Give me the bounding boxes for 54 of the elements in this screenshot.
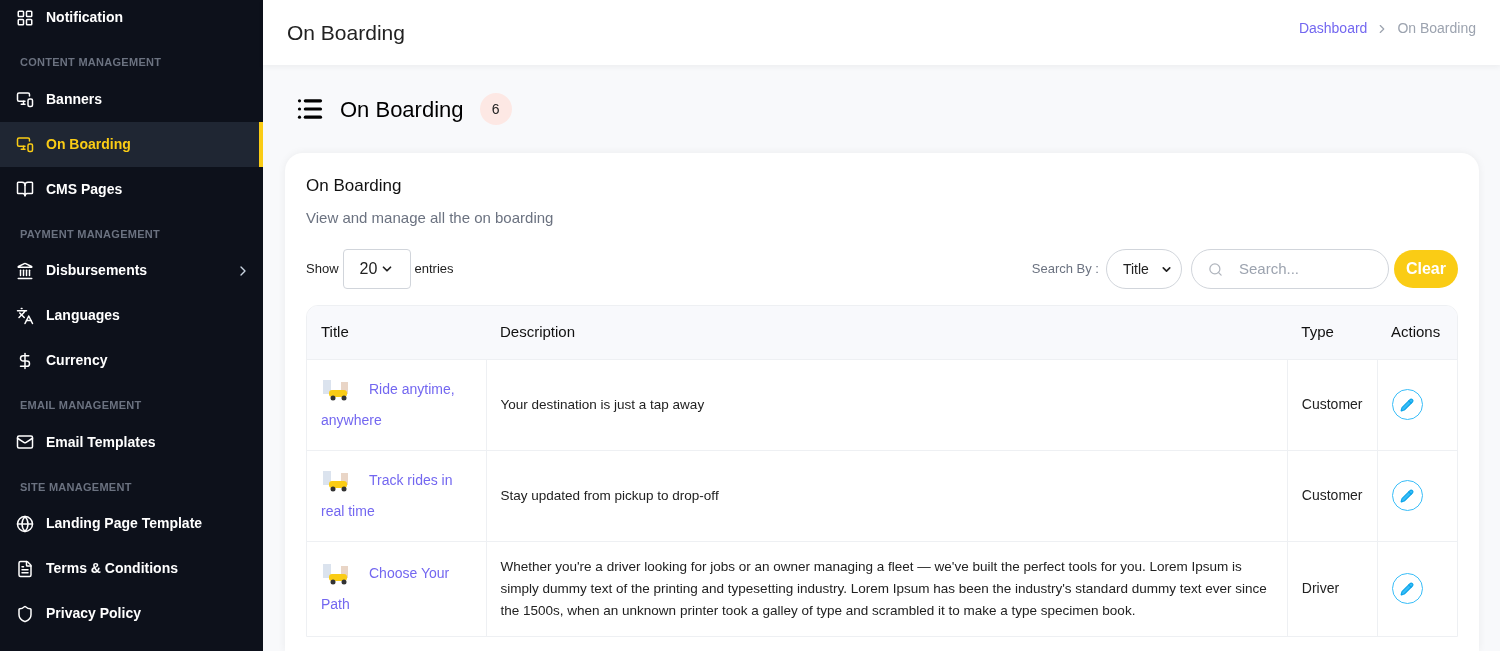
entries-label: entries — [414, 260, 454, 279]
card-title: On Boarding — [306, 175, 403, 197]
sidebar-item[interactable]: Disbursements — [0, 248, 263, 293]
sidebar-section-heading: EMAIL MANAGEMENT — [20, 398, 143, 413]
monitor-icon — [16, 90, 34, 108]
description-cell: Your destination is just a tap away — [486, 359, 1288, 450]
description-cell: Stay updated from pickup to drop-off — [486, 450, 1288, 541]
count-badge: 6 — [479, 93, 512, 125]
grid-icon — [16, 8, 34, 27]
book-icon — [16, 180, 34, 198]
sidebar-item[interactable]: Email Templates — [0, 419, 263, 465]
bank-icon — [16, 261, 34, 280]
sidebar-item[interactable]: Banners — [0, 76, 263, 122]
sidebar-section-heading: SITE MANAGEMENT — [20, 479, 133, 495]
type-cell: Customer — [1287, 359, 1377, 450]
translate-icon — [16, 306, 34, 325]
mail-icon — [16, 433, 34, 451]
sidebar-item[interactable]: Terms & Conditions — [0, 546, 263, 591]
sidebar-item[interactable]: Languages — [0, 293, 263, 338]
column-header: Type — [1287, 306, 1377, 359]
description-cell: Whether you're a driver looking for jobs or an owner managing a fleet — we've built the perfect tools for you. Lorem Ipsum is simply dummy text of the printing and typesetting industry. Lorem Ipsum has been the industry's standard dummy text ever since the 1500s, when an unknown printer took a galley of type and scrambled it to make a type specimen book. — [486, 541, 1288, 636]
row-title-link[interactable]: Choose Your Path — [321, 557, 472, 620]
entries-select[interactable]: 20 — [342, 249, 411, 289]
pencil-icon — [1400, 581, 1414, 596]
pencil-icon — [1400, 397, 1414, 412]
monitor-icon — [16, 135, 34, 153]
pencil-icon — [1400, 488, 1414, 503]
column-header: Description — [486, 306, 1288, 359]
shield-icon — [16, 604, 34, 623]
sidebar-item[interactable]: On Boarding — [0, 121, 263, 167]
card-subtitle: View and manage all the on boarding — [306, 207, 555, 228]
row-title-link[interactable]: Ride anytime, anywhere — [321, 373, 472, 436]
search-icon — [1207, 261, 1223, 277]
breadcrumb-link[interactable]: Dashboard — [1298, 18, 1368, 39]
show-label: Show — [306, 260, 339, 279]
column-header: Actions — [1377, 306, 1457, 359]
page-title: On Boarding — [340, 95, 464, 124]
sidebar-item[interactable]: Currency — [0, 338, 263, 383]
globe-icon — [16, 514, 34, 533]
row-title-link[interactable]: Track rides in real time — [321, 464, 472, 527]
sidebar-section-heading: PAYMENT MANAGEMENT — [20, 226, 161, 242]
document-icon — [16, 559, 34, 578]
type-cell: Customer — [1287, 450, 1377, 541]
sidebar-item[interactable]: Landing Page Template — [0, 501, 263, 546]
type-cell: Driver — [1287, 541, 1377, 636]
sidebar-item[interactable]: Privacy Policy — [0, 591, 263, 636]
breadcrumb-current: On Boarding — [1397, 19, 1476, 38]
sidebar-section-heading: CONTENT MANAGEMENT — [20, 55, 163, 70]
sidebar-item[interactable]: Notification — [0, 0, 263, 40]
search-field[interactable]: Search... — [1238, 257, 1369, 281]
sidebar-item[interactable]: CMS Pages — [0, 166, 263, 212]
page-header-title: On Boarding — [287, 19, 405, 46]
column-header: Title — [307, 306, 486, 359]
search-by-label: Search By : — [1031, 260, 1099, 279]
